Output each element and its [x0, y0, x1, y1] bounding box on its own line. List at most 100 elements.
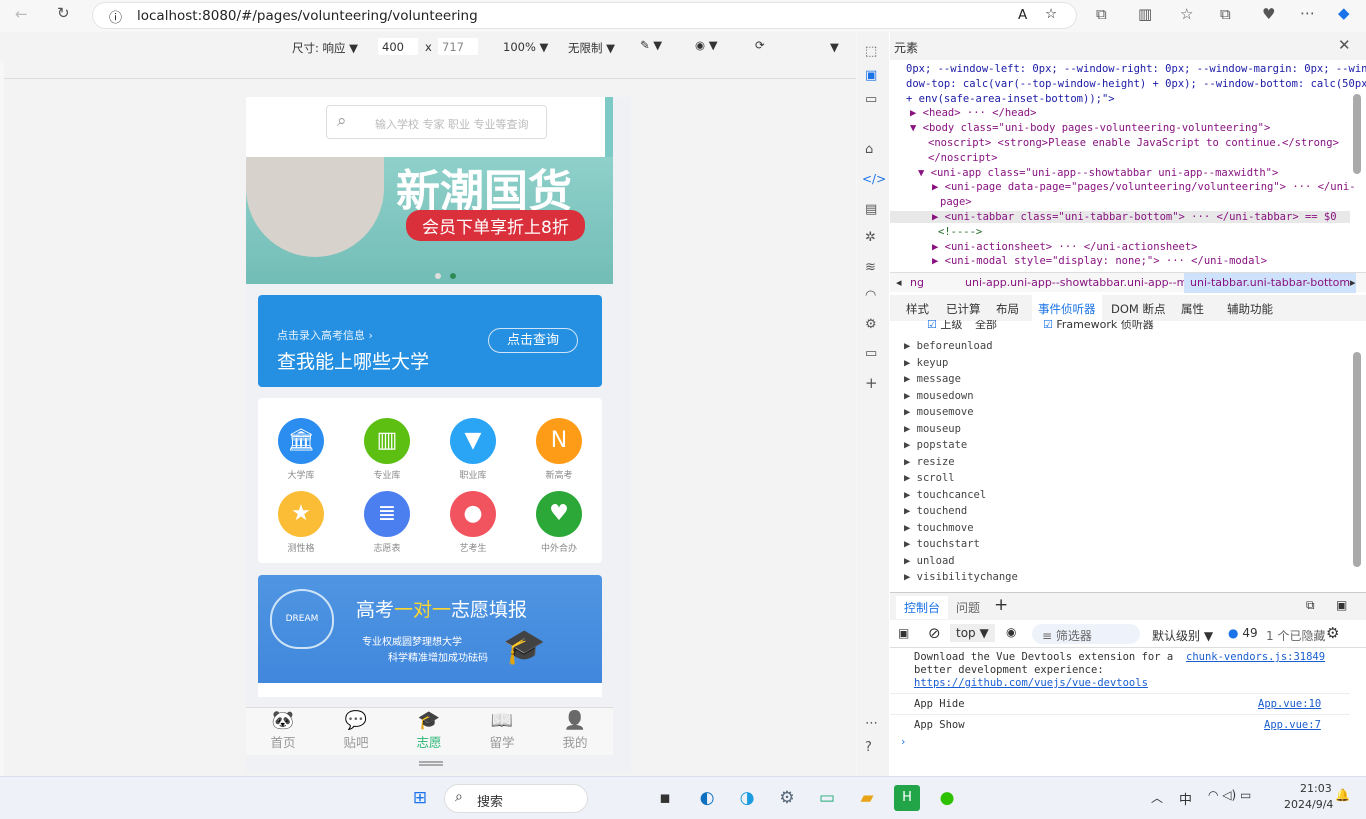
dom-node[interactable]: </noscript> — [928, 152, 998, 164]
carousel-dot[interactable] — [435, 273, 441, 279]
tray-chevron-icon[interactable]: ︿ — [1151, 789, 1163, 806]
event-listener-item[interactable]: ▶ visibilitychange — [904, 571, 1018, 583]
tab-我的[interactable]: 👤 我的 — [540, 710, 610, 751]
tab-辅助功能[interactable]: 辅助功能 — [1221, 295, 1279, 323]
log-level-select[interactable]: 默认级别 ▼ — [1152, 627, 1213, 644]
tab-console[interactable]: 控制台 — [896, 596, 949, 619]
tab-留学[interactable]: 📖 留学 — [467, 710, 537, 751]
clock-date[interactable]: 2024/9/4 — [1284, 798, 1333, 811]
feature-books[interactable]: ▥ 专业库 — [352, 418, 422, 481]
more-icon[interactable]: ⋯ — [865, 716, 878, 731]
help-icon[interactable]: ? — [865, 740, 872, 755]
dom-node[interactable]: <noscript> <strong>Please enable JavaScr… — [928, 137, 1339, 149]
event-listener-item[interactable]: ▶ touchcancel — [904, 489, 986, 501]
dom-node[interactable]: ▶ <uni-modal style="display: none;"> ···… — [932, 255, 1267, 267]
breadcrumb-scroll-right[interactable]: ▸ — [1350, 276, 1356, 289]
dom-node[interactable]: ▶ <head> ··· </head> — [910, 107, 1036, 119]
refresh-icon[interactable]: ↻ — [57, 4, 70, 22]
split-screen-icon[interactable]: ▥ — [1138, 5, 1152, 23]
home-icon[interactable]: ⌂ — [865, 142, 873, 157]
more-options-icon[interactable]: ▼ — [830, 40, 839, 54]
wechat-icon[interactable]: ● — [934, 785, 960, 811]
event-listener-item[interactable]: ▶ touchmove — [904, 522, 974, 534]
height-input[interactable]: 717 — [438, 38, 478, 55]
close-icon[interactable]: ✕ — [1338, 36, 1351, 54]
tab-样式[interactable]: 样式 — [900, 295, 935, 323]
welcome-icon[interactable]: ▭ — [865, 92, 877, 107]
source-link[interactable]: App.vue:7 — [1264, 719, 1321, 731]
remote-desktop-icon[interactable]: ▭ — [814, 785, 840, 811]
promo-banner[interactable]: DREAM 高考一对一志愿填报 专业权威圆梦理想大学 科学精准增加成功砝码 🎓 — [258, 575, 602, 697]
tab-贴吧[interactable]: 💬 贴吧 — [321, 710, 391, 751]
banner-carousel[interactable]: 新潮国货 会员下单享折上8折 — [246, 157, 613, 284]
scrollbar[interactable] — [1352, 330, 1362, 586]
breadcrumb-item-selected[interactable]: uni-tabbar.uni-tabbar-bottom — [1184, 273, 1357, 293]
collections-icon[interactable]: ⧉ — [1220, 5, 1231, 23]
event-listener-item[interactable]: ▶ touchstart — [904, 538, 980, 550]
dom-node[interactable]: ▶ <uni-tabbar class="uni-tabbar-bottom">… — [890, 211, 1350, 223]
undock-icon[interactable]: ▣ — [1336, 598, 1347, 612]
edge-icon[interactable]: ◐ — [694, 785, 720, 811]
feature-tie[interactable]: ▼ 职业库 — [438, 418, 508, 481]
width-input[interactable]: 400 — [378, 38, 418, 55]
breadcrumb-item[interactable]: ng — [910, 276, 924, 289]
feature-handshake[interactable]: ♥ 中外合办 — [524, 491, 594, 554]
notification-bell-icon[interactable]: 🔔 — [1335, 788, 1350, 802]
scope-select[interactable]: 全部 — [975, 320, 997, 330]
rotate-icon[interactable]: ⟳ — [755, 38, 765, 52]
clock-time[interactable]: 21:03 — [1300, 782, 1332, 795]
media-query-ruler[interactable] — [4, 61, 856, 79]
event-listener-item[interactable]: ▶ resize — [904, 456, 955, 468]
query-button[interactable]: 点击查询 — [488, 328, 578, 353]
eyedropper-icon[interactable]: ✎ ▼ — [640, 38, 662, 52]
tab-属性[interactable]: 属性 — [1175, 295, 1210, 323]
event-listener-item[interactable]: ▶ message — [904, 373, 961, 385]
feature-star[interactable]: ★ 测性格 — [266, 491, 336, 554]
more-tools-plus-icon[interactable]: + — [865, 374, 878, 392]
dom-node[interactable]: ▶ <uni-page data-page="pages/volunteerin… — [932, 181, 1356, 193]
settings-gear-icon[interactable]: ⚙ — [865, 317, 877, 332]
dom-node[interactable]: ▼ <uni-app class="uni-app--showtabbar un… — [918, 167, 1278, 179]
event-listener-item[interactable]: ▶ keyup — [904, 357, 948, 369]
query-card[interactable]: 点击录入高考信息 › 查我能上哪些大学 点击查询 — [258, 295, 602, 387]
tab-DOM 断点[interactable]: DOM 断点 — [1105, 295, 1171, 323]
live-expression-eye-icon[interactable]: ◉ — [1006, 625, 1016, 639]
dock-icon[interactable]: ⧉ — [1306, 598, 1315, 613]
clear-console-icon[interactable]: ⊘ — [928, 624, 941, 642]
start-windows-icon[interactable]: ⊞ — [407, 785, 433, 811]
device-emulation-icon[interactable]: ▣ — [865, 68, 877, 83]
event-listener-item[interactable]: ▶ popstate — [904, 439, 967, 451]
feature-bank[interactable]: 🏛 大学库 — [266, 418, 336, 481]
console-filter-input[interactable]: ≡ 筛选器 — [1032, 624, 1140, 644]
copilot-icon[interactable]: ◆ — [1338, 4, 1350, 22]
hbuilder-icon[interactable]: H — [894, 785, 920, 811]
source-link[interactable]: App.vue:10 — [1258, 698, 1321, 710]
feature-palette[interactable]: ● 艺考生 — [438, 491, 508, 554]
dimensions-select[interactable]: 尺寸: 响应 ▼ — [292, 40, 358, 56]
extensions-icon[interactable]: ⧉ — [1096, 5, 1107, 23]
message-link[interactable]: https://github.com/vuejs/vue-devtools — [914, 677, 1148, 689]
sidebar-toggle-icon[interactable]: ▣ — [898, 626, 909, 640]
tab-首页[interactable]: 🐼 首页 — [248, 710, 318, 751]
console-settings-gear-icon[interactable]: ⚙ — [1326, 624, 1339, 642]
console-prompt[interactable]: › — [900, 736, 906, 748]
back-icon[interactable]: ← — [15, 5, 28, 23]
elements-icon[interactable]: </> — [862, 172, 886, 186]
scrollbar[interactable] — [1352, 66, 1362, 266]
settings-icon[interactable]: ⚙ — [774, 785, 800, 811]
throttle-select[interactable]: 无限制 ▼ — [568, 40, 615, 56]
ancestors-checkbox[interactable]: ☑ 上级 — [927, 320, 962, 330]
dom-node[interactable]: + env(safe-area-inset-bottom));"> — [906, 93, 1115, 105]
favorite-star-icon[interactable]: ☆ — [1045, 6, 1057, 22]
dom-node[interactable]: 0px; --window-left: 0px; --window-right:… — [906, 63, 1366, 75]
edge-beta-icon[interactable]: ◑ — [734, 785, 760, 811]
file-explorer-icon[interactable]: ▰ — [854, 785, 880, 811]
zoom-select[interactable]: 100% ▼ — [503, 40, 548, 54]
tab-布局[interactable]: 布局 — [990, 295, 1025, 323]
performance-icon[interactable]: ◠ — [865, 288, 876, 303]
console-icon[interactable]: ▤ — [865, 202, 877, 217]
task-view-icon[interactable]: ▪ — [652, 785, 678, 811]
event-listener-item[interactable]: ▶ mousedown — [904, 390, 974, 402]
bottom-resize-handle[interactable] — [419, 761, 443, 766]
dom-node[interactable]: <!----> — [938, 226, 982, 238]
